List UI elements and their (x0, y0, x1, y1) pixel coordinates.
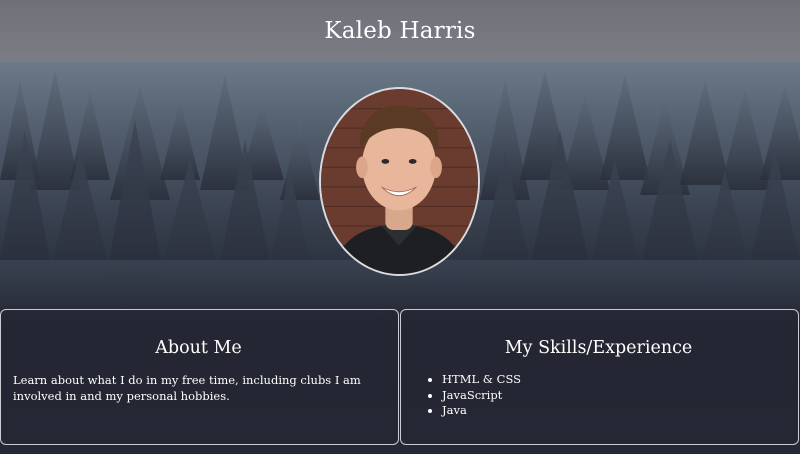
page-title: Kaleb Harris (324, 18, 476, 44)
skills-card: My Skills/Experience HTML & CSS JavaScri… (400, 309, 799, 445)
about-heading: About Me (155, 338, 242, 358)
skills-list: HTML & CSS JavaScript Java (413, 372, 784, 419)
skills-heading: My Skills/Experience (504, 338, 693, 358)
skill-item: JavaScript (442, 388, 784, 404)
profile-photo-graphic (321, 89, 478, 274)
site-header: Kaleb Harris (0, 0, 800, 62)
about-text: Learn about what I do in my free time, i… (13, 373, 361, 403)
skill-item: HTML & CSS (442, 372, 784, 388)
about-card: About Me Learn about what I do in my fre… (0, 309, 399, 445)
skill-item: Java (442, 403, 784, 419)
profile-avatar (319, 87, 480, 276)
